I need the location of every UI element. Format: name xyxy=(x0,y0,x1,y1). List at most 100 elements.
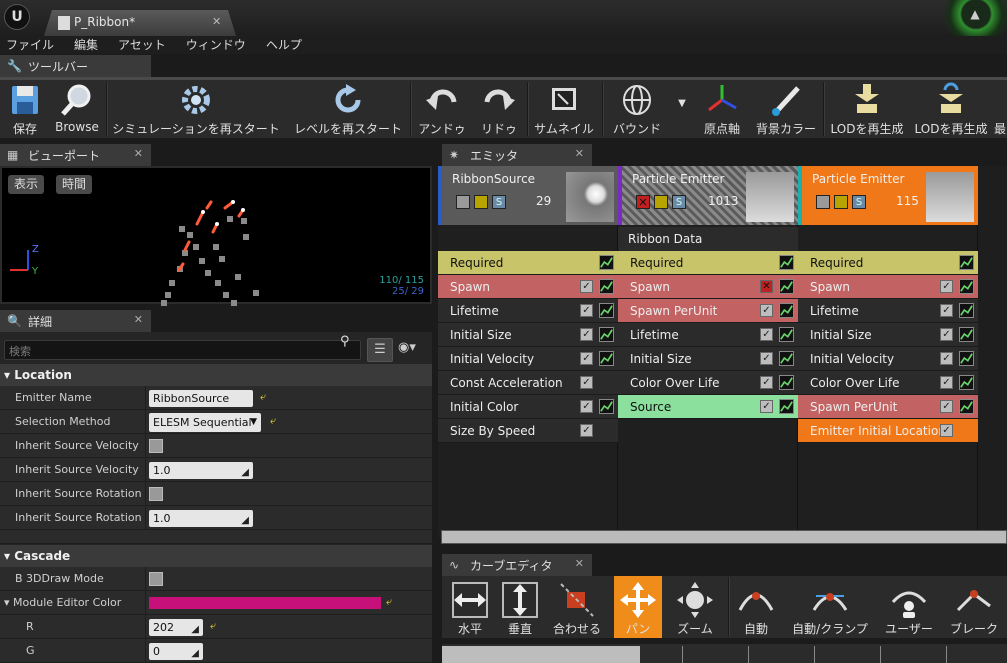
module-enabled-checkbox[interactable]: ✓ xyxy=(580,328,593,341)
curve-graph-icon[interactable] xyxy=(599,279,614,294)
bounds-button[interactable]: バウンド xyxy=(608,80,666,138)
view-options-button[interactable]: ☰ xyxy=(367,338,393,362)
emitter-enabled-checkbox[interactable] xyxy=(456,195,470,209)
pan-button[interactable]: パン xyxy=(614,576,662,638)
emitter-solo-icon[interactable] xyxy=(654,195,668,209)
viewport-tab[interactable]: ▦ ビューポート ✕ xyxy=(0,144,151,166)
curve-graph-icon[interactable] xyxy=(599,255,614,270)
curve-graph-icon[interactable] xyxy=(779,327,794,342)
module-enabled-checkbox[interactable]: ✓ xyxy=(940,304,953,317)
module-row[interactable]: Initial Size ✓ xyxy=(618,347,798,371)
module-row[interactable]: Lifetime ✓ xyxy=(618,323,798,347)
selection-method-dropdown[interactable]: ELESM Sequential ▼ xyxy=(149,413,261,432)
3d-draw-mode-checkbox[interactable] xyxy=(149,572,163,586)
inherit-velocity-scale-field[interactable]: 1.0 ◢ xyxy=(149,462,253,479)
curve-graph-icon[interactable] xyxy=(779,255,794,270)
column-splitter[interactable] xyxy=(145,639,146,663)
close-icon[interactable]: ✕ xyxy=(212,15,221,28)
column-splitter[interactable] xyxy=(145,567,146,591)
module-enabled-checkbox[interactable]: ✓ xyxy=(760,304,773,317)
module-row[interactable]: Lifetime ✓ xyxy=(438,299,618,323)
module-enabled-checkbox[interactable]: ✓ xyxy=(940,328,953,341)
emitter-column[interactable]: RibbonSource S 29 Required Spawn ✓ Lifetime ✓ In… xyxy=(438,166,618,530)
column-splitter[interactable] xyxy=(145,591,146,615)
curve-graph-icon[interactable] xyxy=(779,279,794,294)
module-row[interactable]: Color Over Life ✓ xyxy=(798,371,978,395)
emitter-sort-icon[interactable]: S xyxy=(492,195,506,209)
module-row[interactable]: Initial Color ✓ xyxy=(438,395,618,419)
color-g-field[interactable]: 0 ◢ xyxy=(149,643,203,660)
column-splitter[interactable] xyxy=(145,434,146,458)
eye-visibility-icon[interactable]: ◉▾ xyxy=(398,340,416,355)
curve-graph-icon[interactable] xyxy=(959,279,974,294)
details-tab[interactable]: 🔍 詳細 ✕ xyxy=(0,310,151,332)
curve-graph-icon[interactable] xyxy=(959,255,974,270)
emitter-header[interactable]: Particle Emitter ✕ S 1013 xyxy=(618,166,798,225)
module-enabled-checkbox[interactable]: ✓ xyxy=(580,304,593,317)
thumbnail-button[interactable]: サムネイル xyxy=(532,80,596,138)
module-row[interactable]: Lifetime ✓ xyxy=(798,299,978,323)
module-enabled-checkbox[interactable]: ✓ xyxy=(580,400,593,413)
curve-graph-icon[interactable] xyxy=(599,327,614,342)
curve-graph-icon[interactable] xyxy=(959,327,974,342)
redo-button[interactable]: リドゥ xyxy=(474,80,524,138)
curve-track-list[interactable] xyxy=(442,646,640,663)
curve-graph-icon[interactable] xyxy=(779,399,794,414)
reset-to-default-icon[interactable]: ⤶ xyxy=(386,595,392,609)
module-row[interactable]: Spawn ✕ xyxy=(618,275,798,299)
module-enabled-checkbox[interactable]: ✓ xyxy=(940,376,953,389)
menu-edit[interactable]: 編集 xyxy=(74,36,118,54)
emitter-solo-icon[interactable] xyxy=(834,195,848,209)
curve-graph-icon[interactable] xyxy=(779,375,794,390)
column-splitter[interactable] xyxy=(145,386,146,410)
inherit-rotation-scale-field[interactable]: 1.0 ◢ xyxy=(149,510,253,527)
regen-lod-button-1[interactable]: LODを再生成 xyxy=(828,80,906,138)
curve-editor-tab[interactable]: ∿ カーブエディタ ✕ xyxy=(442,554,592,576)
details-search-input[interactable]: 検索 xyxy=(4,340,361,360)
module-row[interactable]: Initial Size ✓ xyxy=(798,323,978,347)
curve-graph-icon[interactable] xyxy=(599,399,614,414)
restart-level-button[interactable]: レベルを再スタート xyxy=(292,80,404,138)
category-location[interactable]: ▾ Location xyxy=(0,364,432,386)
inherit-source-velocity-checkbox[interactable] xyxy=(149,439,163,453)
curve-graph-icon[interactable] xyxy=(959,303,974,318)
close-icon[interactable]: ✕ xyxy=(134,147,143,160)
module-enabled-checkbox[interactable]: ✓ xyxy=(580,424,593,437)
reset-to-default-icon[interactable]: ⤶ xyxy=(210,619,216,633)
curve-graph-icon[interactable] xyxy=(599,303,614,318)
column-splitter[interactable] xyxy=(145,458,146,482)
auto-clamp-tangent-button[interactable]: 自動/クランプ xyxy=(786,576,874,638)
zoom-button[interactable]: ズーム xyxy=(668,576,722,638)
module-enabled-checkbox[interactable]: ✓ xyxy=(940,280,953,293)
toolbar-tab[interactable]: 🔧 ツールバー xyxy=(0,55,151,77)
curve-graph-icon[interactable] xyxy=(959,399,974,414)
user-tangent-button[interactable]: ユーザー xyxy=(880,576,938,638)
save-button[interactable]: 保存 xyxy=(4,80,46,138)
emitter-name-field[interactable]: RibbonSource xyxy=(149,390,253,407)
reset-to-default-icon[interactable]: ⤶ xyxy=(260,390,266,404)
search-icon[interactable]: ⚲ xyxy=(340,334,350,349)
emitter-horizontal-scrollbar[interactable] xyxy=(441,530,1007,544)
curve-graph-icon[interactable] xyxy=(959,351,974,366)
menu-asset[interactable]: アセット xyxy=(118,36,186,54)
emitter-disabled-checkbox[interactable]: ✕ xyxy=(636,195,650,209)
graduation-cap-icon[interactable]: ▲ xyxy=(967,7,983,21)
menu-help[interactable]: ヘルプ xyxy=(266,36,322,54)
module-row[interactable]: Const Acceleration ✓ xyxy=(438,371,618,395)
module-enabled-checkbox[interactable]: ✓ xyxy=(580,376,593,389)
module-row[interactable]: Source ✓ xyxy=(618,395,798,419)
emitter-header[interactable]: RibbonSource S 29 xyxy=(438,166,618,225)
reset-to-default-icon[interactable]: ⤶ xyxy=(270,414,276,428)
module-enabled-checkbox[interactable]: ✕ xyxy=(760,280,773,293)
type-data-module[interactable]: Ribbon Data xyxy=(618,227,798,251)
module-row[interactable]: Spawn PerUnit ✓ xyxy=(798,395,978,419)
emitter-enabled-checkbox[interactable] xyxy=(816,195,830,209)
close-icon[interactable]: ✕ xyxy=(575,557,584,570)
document-tab[interactable]: P_Ribbon* ✕ xyxy=(44,10,236,36)
module-enabled-checkbox[interactable]: ✓ xyxy=(580,280,593,293)
lod-button-partial[interactable]: 最 xyxy=(994,80,1007,138)
module-row[interactable]: Required xyxy=(798,251,978,275)
module-enabled-checkbox[interactable]: ✓ xyxy=(940,400,953,413)
module-row[interactable]: Emitter Initial Location ✓ xyxy=(798,419,978,443)
bounds-dropdown-button[interactable]: ▼ xyxy=(674,80,690,138)
